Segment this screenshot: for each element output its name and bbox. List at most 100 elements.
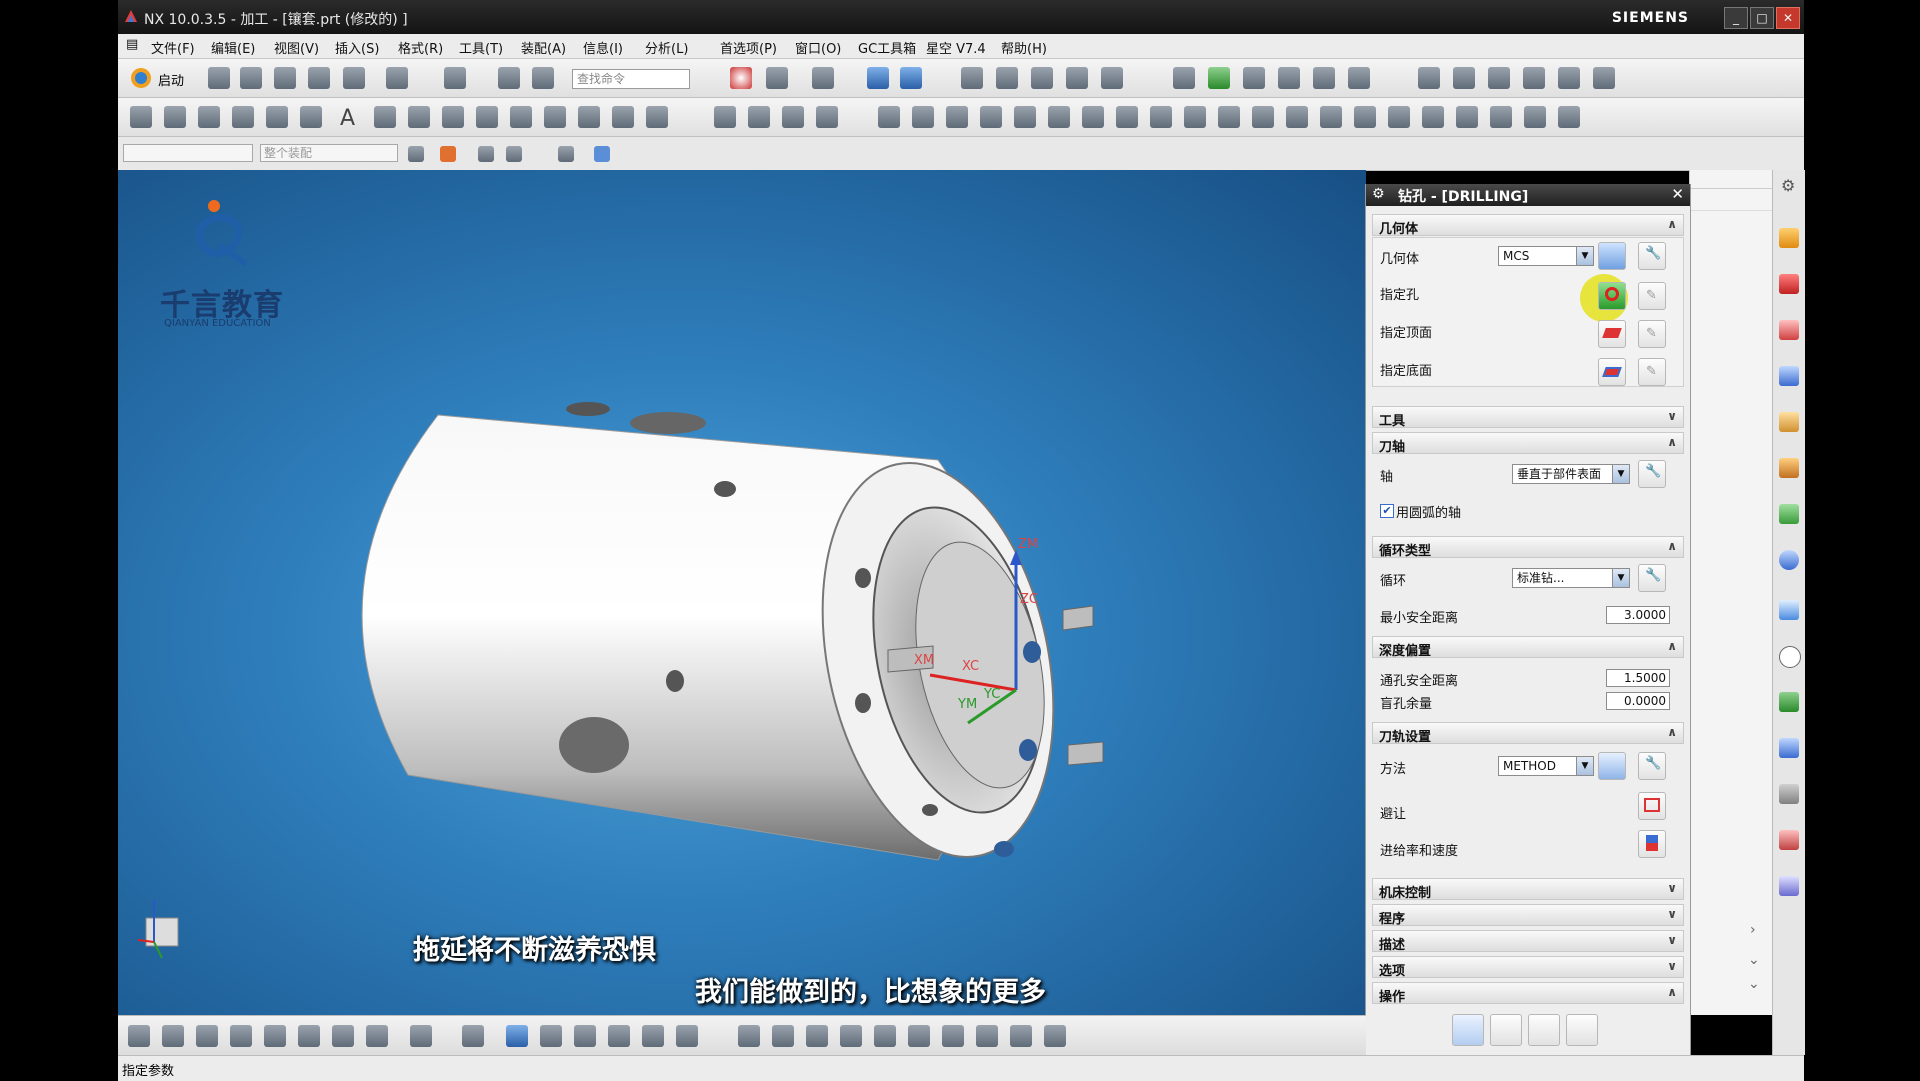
snap-icon[interactable] (730, 67, 752, 89)
undo-icon[interactable] (386, 67, 408, 89)
op-icon-5[interactable] (264, 1025, 286, 1047)
axis-settings-button[interactable]: 🔧 (1638, 460, 1666, 488)
feature-icon-13[interactable] (1286, 106, 1308, 128)
curve-icon-6[interactable] (612, 106, 634, 128)
palette-icon[interactable] (1779, 830, 1799, 850)
feature-icon-3[interactable] (946, 106, 968, 128)
section-path-settings-header[interactable]: 刀轨设置 ∧ (1372, 722, 1684, 745)
edit-method-button[interactable]: 🔧 (1638, 752, 1666, 780)
expand-icon-1[interactable]: ⌄ (1748, 952, 1760, 968)
op-icon-8[interactable] (366, 1025, 388, 1047)
op-icon-22[interactable] (908, 1025, 930, 1047)
gear-icon[interactable]: ⚙ (1372, 186, 1385, 202)
curve-icon-7[interactable] (646, 106, 668, 128)
menu-assembly[interactable]: 装配(A) (521, 38, 566, 57)
generate-button[interactable] (1452, 1014, 1484, 1046)
type-filter-combo[interactable] (123, 144, 253, 162)
start-label[interactable]: 启动 (158, 70, 184, 89)
dialog-close-icon[interactable]: ✕ (1671, 185, 1684, 203)
machine-tool-navigator-icon[interactable] (1779, 876, 1799, 896)
nav-icon-4[interactable] (1523, 67, 1545, 89)
shade-icon-1[interactable] (961, 67, 983, 89)
open-icon[interactable] (240, 67, 262, 89)
system-materials-icon[interactable] (1779, 600, 1799, 620)
op-icon-16[interactable] (676, 1025, 698, 1047)
menu-file[interactable]: 文件(F) (151, 38, 195, 57)
avoid-button[interactable] (1638, 792, 1666, 820)
section-cycle-type-header[interactable]: 循环类型 ∧ (1372, 536, 1684, 559)
feature-icon-12[interactable] (1252, 106, 1274, 128)
feature-icon-19[interactable] (1490, 106, 1512, 128)
minimize-button[interactable]: _ (1724, 7, 1748, 29)
new-method-button[interactable] (1598, 752, 1626, 780)
offset-icon[interactable] (374, 106, 396, 128)
nav-icon-1[interactable] (1418, 67, 1440, 89)
snap-point-icon[interactable] (440, 146, 456, 162)
shade-icon-3[interactable] (1031, 67, 1053, 89)
section-actions-header[interactable]: 操作 ∧ (1372, 982, 1684, 1005)
op-icon-17[interactable] (738, 1025, 760, 1047)
web-browser-icon[interactable] (1779, 504, 1799, 524)
plane-icon[interactable] (408, 106, 430, 128)
section-machine-control-header[interactable]: 机床控制 ∨ (1372, 878, 1684, 901)
curve-icon-3[interactable] (510, 106, 532, 128)
csys-icon[interactable] (900, 67, 922, 89)
section-options-header[interactable]: 选项 ∨ (1372, 956, 1684, 979)
trim-icon-4[interactable] (816, 106, 838, 128)
feeds-speeds-button[interactable] (1638, 830, 1666, 858)
analysis-icon[interactable] (1313, 67, 1335, 89)
edit-icon[interactable] (498, 67, 520, 89)
trim-icon-1[interactable] (714, 106, 736, 128)
nav-icon-6[interactable] (1593, 67, 1615, 89)
operation-navigator-icon[interactable] (1779, 366, 1799, 386)
op-icon-26[interactable] (1044, 1025, 1066, 1047)
start-icon[interactable] (130, 67, 152, 89)
hd3d-tools-icon[interactable] (1779, 458, 1799, 478)
op-icon-15[interactable] (642, 1025, 664, 1047)
nav-icon-2[interactable] (1453, 67, 1475, 89)
menu-xingkong[interactable]: 星空 V7.4 (926, 38, 986, 57)
roles-icon[interactable] (1779, 738, 1799, 758)
op-icon-14[interactable] (608, 1025, 630, 1047)
op-icon-20[interactable] (840, 1025, 862, 1047)
text-icon[interactable]: A (340, 106, 355, 131)
op-icon-11[interactable] (506, 1025, 528, 1047)
shade-icon-4[interactable] (1066, 67, 1088, 89)
menu-tools[interactable]: 工具(T) (459, 38, 503, 57)
verify-button[interactable] (1528, 1014, 1560, 1046)
op-icon-6[interactable] (298, 1025, 320, 1047)
expand-icon-2[interactable]: ⌄ (1748, 976, 1760, 992)
maximize-button[interactable]: □ (1750, 7, 1774, 29)
feature-icon-2[interactable] (912, 106, 934, 128)
new-icon[interactable] (208, 67, 230, 89)
op-icon-24[interactable] (976, 1025, 998, 1047)
process-studio-icon[interactable] (1779, 692, 1799, 712)
op-icon-9[interactable] (410, 1025, 432, 1047)
feature-icon-18[interactable] (1456, 106, 1478, 128)
feature-icon-20[interactable] (1524, 106, 1546, 128)
edit-object-icon[interactable] (1243, 67, 1265, 89)
op-icon-19[interactable] (806, 1025, 828, 1047)
curve-icon-4[interactable] (544, 106, 566, 128)
menu-view[interactable]: 视图(V) (274, 38, 319, 57)
section-program-header[interactable]: 程序 ∨ (1372, 904, 1684, 927)
section-description-header[interactable]: 描述 ∨ (1372, 930, 1684, 953)
reuse-library-icon[interactable] (1779, 412, 1799, 432)
min-clearance-input[interactable]: 3.0000 (1606, 606, 1670, 624)
feature-icon-15[interactable] (1354, 106, 1376, 128)
feature-icon-21[interactable] (1558, 106, 1580, 128)
menu-window[interactable]: 窗口(O) (795, 38, 841, 57)
menu-format[interactable]: 格式(R) (398, 38, 443, 57)
cycle-select[interactable]: 标准钻... ▼ (1512, 568, 1630, 588)
constraint-navigator-icon[interactable] (1779, 274, 1799, 294)
menu-icon[interactable]: ▤ (126, 37, 138, 52)
graphics-viewport[interactable]: 千言教育 QIANYAN EDUCATION ZM ZC XM XC YM YC… (118, 170, 1366, 1015)
menu-info[interactable]: 信息(I) (583, 38, 623, 57)
menu-insert[interactable]: 插入(S) (335, 38, 379, 57)
section-tool-header[interactable]: 工具 ∨ (1372, 406, 1684, 429)
feature-icon-17[interactable] (1422, 106, 1444, 128)
line-icon[interactable] (130, 106, 152, 128)
spline-icon[interactable] (300, 106, 322, 128)
arc-icon[interactable] (164, 106, 186, 128)
work-layer-icon[interactable] (867, 67, 889, 89)
